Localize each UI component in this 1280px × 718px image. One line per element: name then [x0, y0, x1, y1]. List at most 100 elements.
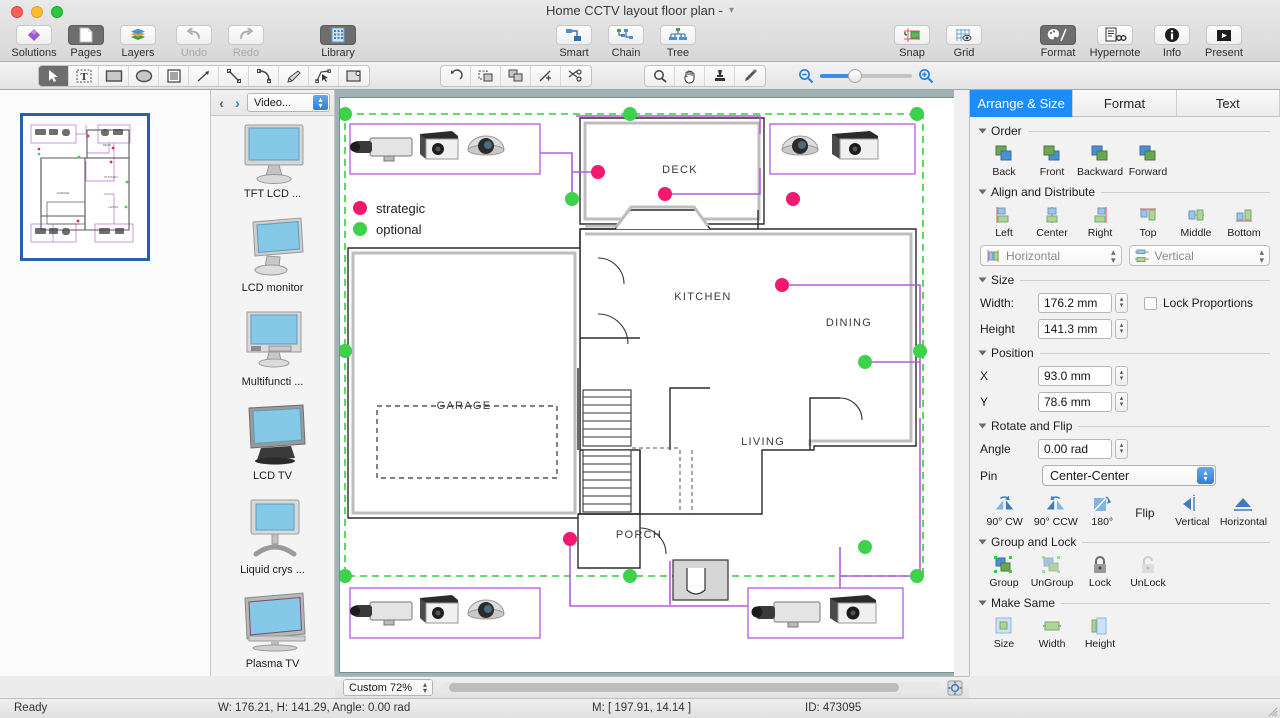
library-item-plasma-tv[interactable]: Plasma TV — [211, 590, 334, 675]
angle-stepper[interactable]: ▴▾ — [1115, 439, 1128, 459]
tab-format[interactable]: Format — [1073, 90, 1176, 117]
height-stepper[interactable]: ▴▾ — [1115, 319, 1128, 339]
section-header-rotate[interactable]: Rotate and Flip — [980, 419, 1270, 433]
order-button-forward[interactable]: Forward — [1124, 143, 1172, 178]
order-button-back[interactable]: Back — [980, 143, 1028, 178]
distribute-vertical-select[interactable]: Vertical ▴▾ — [1129, 245, 1271, 266]
library-category-select[interactable]: Video... ▴▾ — [247, 93, 330, 112]
arc-icon[interactable] — [249, 66, 279, 86]
toolbar-button-tree[interactable]: Tree — [652, 22, 704, 59]
disclosure-triangle-icon[interactable] — [979, 190, 987, 195]
lock-proportions-checkbox[interactable] — [1144, 297, 1157, 310]
make-same-height-button[interactable]: Height — [1076, 615, 1124, 650]
zoom-slider-group[interactable] — [798, 68, 934, 84]
hand-pan-icon[interactable] — [675, 66, 705, 86]
scrollbar-thumb[interactable] — [449, 683, 899, 692]
x-input[interactable]: 93.0 mm — [1038, 366, 1112, 386]
text-box-icon[interactable]: T — [69, 66, 99, 86]
rotate-button-90cw[interactable]: 90° CW — [980, 493, 1029, 528]
library-items-list[interactable]: TFT LCD ... LCD monitor — [211, 116, 334, 675]
ungroup-icon[interactable] — [501, 66, 531, 86]
resize-grip-icon[interactable] — [1266, 705, 1278, 717]
toolbar-button-layers[interactable]: Layers — [112, 22, 164, 59]
zoom-slider-knob[interactable] — [848, 69, 862, 83]
width-input[interactable]: 176.2 mm — [1038, 293, 1112, 313]
disclosure-triangle-icon[interactable] — [979, 540, 987, 545]
flip-button-horizontal[interactable]: Horizontal — [1217, 493, 1270, 528]
bezier-node-icon[interactable] — [309, 66, 339, 86]
toolbar-button-redo[interactable]: Redo — [220, 22, 272, 59]
canvas-vertical-scrollbar[interactable] — [954, 90, 969, 676]
toolbar-button-pages[interactable]: Pages — [60, 22, 112, 59]
ellipse-icon[interactable] — [129, 66, 159, 86]
chevron-down-icon[interactable]: ▾ — [729, 5, 734, 16]
zoom-magnifier-icon[interactable] — [645, 66, 675, 86]
rotate-icon[interactable] — [441, 66, 471, 86]
order-button-front[interactable]: Front — [1028, 143, 1076, 178]
width-stepper[interactable]: ▴▾ — [1115, 293, 1128, 313]
page-thumbnail[interactable]: DECKKITCHEN GARAGELIVING — [20, 113, 150, 261]
order-button-backward[interactable]: Backward — [1076, 143, 1124, 178]
toolbar-button-solutions[interactable]: Solutions — [8, 22, 60, 59]
section-header-group[interactable]: Group and Lock — [980, 535, 1270, 549]
disclosure-triangle-icon[interactable] — [979, 424, 987, 429]
toolbar-button-grid[interactable]: Grid — [938, 22, 990, 59]
zoom-slider[interactable] — [820, 74, 912, 78]
rotate-button-180[interactable]: 180° — [1082, 493, 1122, 528]
cut-path-icon[interactable] — [561, 66, 591, 86]
toolbar-button-snap[interactable]: Snap — [886, 22, 938, 59]
toolbar-button-chain[interactable]: Chain — [600, 22, 652, 59]
section-header-size[interactable]: Size — [980, 273, 1270, 287]
x-stepper[interactable]: ▴▾ — [1115, 366, 1128, 386]
library-item-lcd-tv[interactable]: LCD TV — [211, 402, 334, 496]
align-button-top[interactable]: Top — [1124, 204, 1172, 239]
height-input[interactable]: 141.3 mm — [1038, 319, 1112, 339]
y-stepper[interactable]: ▴▾ — [1115, 392, 1128, 412]
section-header-order[interactable]: Order — [980, 124, 1270, 138]
zoom-out-icon[interactable] — [798, 68, 814, 84]
toolbar-button-library[interactable]: Library — [312, 22, 364, 59]
pin-select[interactable]: Center-Center ▴▾ — [1042, 465, 1216, 486]
chevron-updown-icon[interactable]: ▴▾ — [313, 95, 328, 110]
align-button-center[interactable]: Center — [1028, 204, 1076, 239]
rotate-button-90ccw[interactable]: 90° CCW — [1029, 493, 1082, 528]
chevron-updown-icon[interactable]: ▴▾ — [423, 682, 427, 694]
align-button-right[interactable]: Right — [1076, 204, 1124, 239]
chevron-updown-icon[interactable]: ▴▾ — [1111, 248, 1116, 264]
toolbar-button-format[interactable]: Format — [1032, 22, 1084, 59]
drawing-canvas[interactable]: strategic optional DECK KITCHEN DINING G… — [340, 98, 954, 672]
section-header-make-same[interactable]: Make Same — [980, 596, 1270, 610]
tab-arrange-size[interactable]: Arrange & Size — [970, 90, 1073, 117]
library-forward-button[interactable]: › — [231, 95, 244, 111]
section-header-align[interactable]: Align and Distribute — [980, 185, 1270, 199]
line-icon[interactable] — [219, 66, 249, 86]
group-button[interactable]: Group — [980, 554, 1028, 589]
y-input[interactable]: 78.6 mm — [1038, 392, 1112, 412]
make-same-width-button[interactable]: Width — [1028, 615, 1076, 650]
lock-proportions-row[interactable]: Lock Proportions — [1144, 296, 1253, 310]
library-back-button[interactable]: ‹ — [215, 95, 228, 111]
library-item-lcd-monitor[interactable]: LCD monitor — [211, 214, 334, 308]
disclosure-triangle-icon[interactable] — [979, 351, 987, 356]
canvas-area[interactable]: strategic optional DECK KITCHEN DINING G… — [335, 90, 969, 676]
library-item-liquid-crystal[interactable]: Liquid crys ... — [211, 496, 334, 590]
disclosure-triangle-icon[interactable] — [979, 278, 987, 283]
align-button-middle[interactable]: Middle — [1172, 204, 1220, 239]
section-header-position[interactable]: Position — [980, 346, 1270, 360]
angle-input[interactable]: 0.00 rad — [1038, 439, 1112, 459]
list-box-icon[interactable] — [159, 66, 189, 86]
add-point-icon[interactable] — [531, 66, 561, 86]
toolbar-button-info[interactable]: Info — [1146, 22, 1198, 59]
rectangle-icon[interactable] — [99, 66, 129, 86]
pen-icon[interactable] — [279, 66, 309, 86]
tab-text[interactable]: Text — [1177, 90, 1280, 117]
canvas-horizontal-scrollbar[interactable] — [441, 682, 941, 693]
callout-icon[interactable] — [339, 66, 369, 86]
toolbar-button-hypernote[interactable]: Hypernote — [1084, 22, 1146, 59]
flip-button-vertical[interactable]: Vertical — [1168, 493, 1217, 528]
make-same-size-button[interactable]: Size — [980, 615, 1028, 650]
toolbar-button-present[interactable]: Present — [1198, 22, 1250, 59]
unlock-button[interactable]: UnLock — [1124, 554, 1172, 589]
chevron-updown-icon[interactable]: ▴▾ — [1197, 467, 1214, 484]
ungroup-button[interactable]: UnGroup — [1028, 554, 1076, 589]
